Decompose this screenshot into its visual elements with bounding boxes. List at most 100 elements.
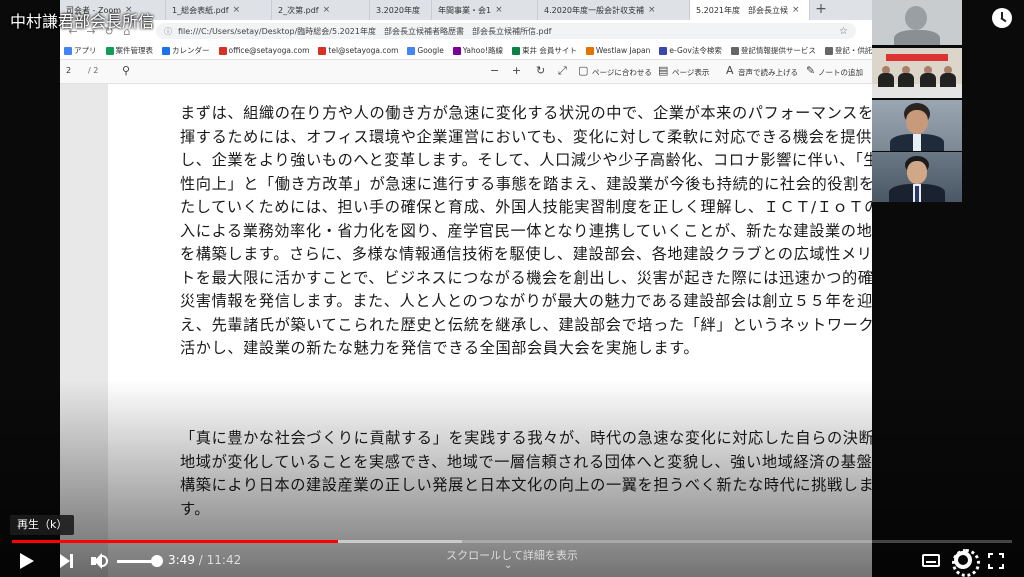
- notes-button[interactable]: ノートの追加: [818, 67, 863, 78]
- bookmark-item[interactable]: Google: [407, 46, 444, 55]
- bookmark-item[interactable]: 東井 会員サイト: [511, 45, 577, 56]
- fullscreen-icon[interactable]: [988, 553, 1004, 569]
- pdf-toolbar: 2 / 2 ⚲ − + ↻ ⤢ ▢ ページに合わせる ▤ ページ表示 A 音声で…: [60, 60, 872, 84]
- participant-body: [894, 30, 940, 45]
- tab-close-icon[interactable]: ×: [233, 5, 241, 15]
- bookmark-label: Yahoo!路線: [462, 46, 503, 55]
- bookmark-icon: [824, 46, 833, 55]
- bookmark-icon: [407, 46, 416, 55]
- page-total: / 2: [88, 66, 99, 75]
- zoom-in-icon[interactable]: +: [512, 64, 521, 77]
- bookmark-label: tel@setayoga.com: [328, 46, 399, 55]
- bookmark-item[interactable]: Westlaw Japan: [585, 46, 651, 55]
- browser-tab[interactable]: 2_次第.pdf ×: [272, 0, 370, 20]
- pdf-page: まずは、組織の在り方や人の働き方が急速に変化する状況の中で、企業が本来のパフォー…: [108, 84, 872, 577]
- participant-tie: [915, 186, 919, 202]
- zoom-out-icon[interactable]: −: [490, 64, 499, 77]
- bookmark-item[interactable]: tel@setayoga.com: [318, 46, 398, 55]
- video-title[interactable]: 中村謙君部会長所信: [10, 8, 154, 32]
- watch-later-icon[interactable]: [992, 8, 1012, 28]
- bookmark-item[interactable]: 登記・供託オンライン申: [824, 45, 872, 56]
- volume-icon[interactable]: [90, 551, 110, 571]
- tab-label: 2_次第.pdf: [278, 5, 319, 15]
- chevron-down-icon[interactable]: ⌄: [504, 560, 512, 571]
- bookmark-icon: [585, 46, 594, 55]
- url-text: file:///C:/Users/setay/Desktop/臨時総会/5.20…: [178, 26, 552, 36]
- page-number-input[interactable]: 2: [66, 66, 84, 78]
- rotate-icon[interactable]: ↻: [536, 64, 545, 77]
- tab-close-icon[interactable]: ×: [792, 5, 800, 15]
- bookmark-item[interactable]: 登記情報提供サービス: [730, 45, 816, 56]
- pdf-viewer[interactable]: まずは、組織の在り方や人の働き方が急速に変化する状況の中で、企業が本来のパフォー…: [60, 84, 872, 577]
- read-aloud-icon[interactable]: A: [726, 64, 734, 77]
- read-aloud-button[interactable]: 音声で読み上げる: [738, 67, 798, 78]
- participant-silhouette: [905, 6, 927, 30]
- bookmark-item[interactable]: 案件管理表: [105, 45, 154, 56]
- fit-icon[interactable]: ⤢: [558, 64, 567, 78]
- tab-label: 5.2021年度 部会長立候: [696, 5, 788, 15]
- browser-tab[interactable]: 年間事業・会1 ×: [432, 0, 538, 20]
- participant-body: [898, 73, 914, 87]
- browser-tab[interactable]: 3.2020年度: [370, 0, 432, 20]
- bookmark-label: 東井 会員サイト: [521, 46, 577, 55]
- bookmark-label: アプリ: [74, 46, 97, 55]
- bookmark-icon: [730, 46, 739, 55]
- bookmark-star-icon[interactable]: ☆: [839, 26, 848, 37]
- document-paragraph: 「真に豊かな社会づくりに貢献する」を実践する我々が、時代の急速な変化に対応した自…: [180, 429, 872, 518]
- bookmark-icon: [659, 46, 668, 55]
- search-icon[interactable]: ⚲: [122, 64, 130, 77]
- tab-label: 1_総会表紙.pdf: [172, 5, 229, 15]
- participant-body: [940, 73, 956, 87]
- duration: 11:42: [206, 553, 242, 567]
- play-icon[interactable]: [20, 553, 34, 569]
- info-icon[interactable]: ⓘ: [164, 26, 172, 37]
- tab-close-icon[interactable]: ×: [495, 5, 503, 15]
- settings-gear-icon[interactable]: [952, 549, 980, 577]
- bookmark-label: カレンダー: [172, 46, 210, 55]
- browser-tab[interactable]: 1_総会表紙.pdf ×: [166, 0, 272, 20]
- bookmark-item[interactable]: カレンダー: [162, 45, 210, 56]
- subtitles-icon[interactable]: [922, 554, 940, 567]
- participant-video: [872, 100, 962, 151]
- video-player[interactable]: 司会者 - Zoom × 1_総会表紙.pdf × 2_次第.pdf × 3.2020…: [0, 0, 1024, 577]
- bookmark-item[interactable]: Yahoo!路線: [452, 45, 503, 56]
- fit-page-button[interactable]: ページに合わせる: [592, 67, 652, 78]
- bookmark-item[interactable]: アプリ: [64, 45, 97, 56]
- volume-slider-handle[interactable]: [151, 555, 163, 567]
- page-view-icon[interactable]: ▤: [658, 64, 668, 77]
- tab-label: 年間事業・会1: [438, 5, 492, 15]
- time-display: 3:49 / 11:42: [168, 553, 241, 567]
- bookmark-icon: [64, 46, 72, 55]
- time-separator: /: [194, 553, 207, 567]
- bookmark-icon: [218, 46, 227, 55]
- bookmark-item[interactable]: e-Gov法令検索: [659, 45, 722, 56]
- address-bar: ← → ↻ ⌂ ⓘ file:///C:/Users/setay/Desktop…: [60, 20, 872, 42]
- browser-tab-active[interactable]: 5.2021年度 部会長立候 ×: [690, 0, 810, 20]
- participant-video: [872, 48, 962, 98]
- progress-bar[interactable]: [12, 540, 1012, 543]
- participant-face: [907, 161, 927, 184]
- browser-tab-bar: 司会者 - Zoom × 1_総会表紙.pdf × 2_次第.pdf × 3.2020…: [60, 0, 872, 20]
- fit-page-icon[interactable]: ▢: [578, 64, 588, 77]
- bookmarks-bar: アプリ 案件管理表 カレンダー office@setayoga.com tel@seta…: [60, 42, 872, 60]
- bookmark-icon: [452, 46, 461, 55]
- bookmark-label: 案件管理表: [115, 46, 154, 55]
- document-paragraph: まずは、組織の在り方や人の働き方が急速に変化する状況の中で、企業が本来のパフォー…: [180, 104, 872, 357]
- new-tab-icon[interactable]: +: [812, 1, 830, 17]
- tab-close-icon[interactable]: ×: [323, 5, 331, 15]
- page-view-button[interactable]: ページ表示: [672, 67, 709, 78]
- tab-label: 3.2020年度: [376, 5, 420, 15]
- tab-close-icon[interactable]: ×: [648, 5, 656, 15]
- bookmark-label: Westlaw Japan: [595, 46, 651, 55]
- next-icon[interactable]: [60, 554, 74, 568]
- bookmark-icon: [318, 46, 327, 55]
- notes-icon[interactable]: ✎: [806, 64, 815, 77]
- bookmark-label: e-Gov法令検索: [669, 46, 722, 55]
- participant-video: [872, 0, 962, 45]
- event-banner: [886, 54, 948, 61]
- browser-tab[interactable]: 4.2020年度一般会計収支補 ×: [538, 0, 690, 20]
- progress-played: [12, 540, 338, 543]
- url-input[interactable]: ⓘ file:///C:/Users/setay/Desktop/臨時総会/5.…: [156, 23, 856, 39]
- bookmark-item[interactable]: office@setayoga.com: [218, 46, 309, 55]
- bookmark-label: Google: [417, 46, 444, 55]
